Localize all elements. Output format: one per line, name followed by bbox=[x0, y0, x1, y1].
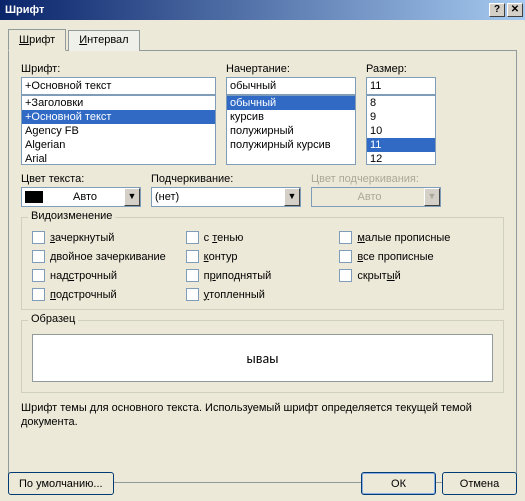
style-input[interactable] bbox=[226, 77, 356, 95]
sample-group: Образец ываы bbox=[21, 320, 504, 393]
effect-checkbox[interactable]: надстрочный bbox=[32, 269, 186, 282]
list-item[interactable]: +Основной текст bbox=[22, 110, 215, 124]
checkbox-icon bbox=[32, 269, 45, 282]
chevron-down-icon: ▼ bbox=[284, 188, 300, 206]
checkbox-label: утопленный bbox=[204, 289, 265, 301]
size-label: Размер: bbox=[366, 63, 436, 75]
list-item[interactable]: обычный bbox=[227, 96, 355, 110]
underline-color-combo: Авто ▼ bbox=[311, 187, 441, 207]
tab-interval[interactable]: Интервал bbox=[68, 30, 139, 52]
default-button[interactable]: По умолчанию... bbox=[8, 472, 114, 495]
color-value: Авто bbox=[46, 191, 124, 203]
cancel-button[interactable]: Отмена bbox=[442, 472, 517, 495]
color-combo[interactable]: Авто ▼ bbox=[21, 187, 141, 207]
effects-group: Видоизменение зачеркнутыйдвойное зачерки… bbox=[21, 217, 504, 310]
list-item[interactable]: 12 bbox=[367, 152, 435, 165]
sample-legend: Образец bbox=[28, 313, 78, 325]
effects-legend: Видоизменение bbox=[28, 210, 115, 222]
font-input[interactable] bbox=[21, 77, 216, 95]
effect-checkbox[interactable]: контур bbox=[186, 250, 340, 263]
chevron-down-icon: ▼ bbox=[424, 188, 440, 206]
effect-checkbox[interactable]: зачеркнутый bbox=[32, 231, 186, 244]
list-item[interactable]: +Заголовки bbox=[22, 96, 215, 110]
effect-checkbox[interactable]: все прописные bbox=[339, 250, 493, 263]
color-swatch bbox=[25, 191, 43, 203]
checkbox-label: зачеркнутый bbox=[50, 232, 114, 244]
style-label: Начертание: bbox=[226, 63, 356, 75]
checkbox-label: подстрочный bbox=[50, 289, 117, 301]
underline-combo[interactable]: (нет) ▼ bbox=[151, 187, 301, 207]
list-item[interactable]: полужирный bbox=[227, 124, 355, 138]
checkbox-label: приподнятый bbox=[204, 270, 272, 282]
underline-value: (нет) bbox=[155, 191, 284, 203]
titlebar: Шрифт ? ✕ bbox=[0, 0, 525, 20]
tab-font[interactable]: Шрифт bbox=[8, 29, 66, 51]
effect-checkbox[interactable]: с тенью bbox=[186, 231, 340, 244]
font-label: Шрифт: bbox=[21, 63, 216, 75]
list-item[interactable]: 11 bbox=[367, 138, 435, 152]
help-button[interactable]: ? bbox=[489, 3, 505, 17]
checkbox-icon bbox=[339, 269, 352, 282]
checkbox-icon bbox=[32, 250, 45, 263]
list-item[interactable]: Agency FB bbox=[22, 124, 215, 138]
chevron-down-icon: ▼ bbox=[124, 188, 140, 206]
effect-checkbox[interactable]: утопленный bbox=[186, 288, 340, 301]
hint-text: Шрифт темы для основного текста. Использ… bbox=[21, 401, 504, 430]
checkbox-icon bbox=[339, 250, 352, 263]
underline-color-label: Цвет подчеркивания: bbox=[311, 173, 441, 185]
checkbox-icon bbox=[186, 250, 199, 263]
checkbox-icon bbox=[186, 231, 199, 244]
font-listbox[interactable]: +Заголовки+Основной текстAgency FBAlgeri… bbox=[21, 95, 216, 165]
underline-label: Подчеркивание: bbox=[151, 173, 301, 185]
checkbox-icon bbox=[186, 269, 199, 282]
list-item[interactable]: Algerian bbox=[22, 138, 215, 152]
ok-button[interactable]: ОК bbox=[361, 472, 436, 495]
close-button[interactable]: ✕ bbox=[507, 3, 523, 17]
tab-panel: Шрифт: +Заголовки+Основной текстAgency F… bbox=[8, 51, 517, 483]
list-item[interactable]: 8 bbox=[367, 96, 435, 110]
underline-color-value: Авто bbox=[315, 191, 424, 203]
checkbox-icon bbox=[339, 231, 352, 244]
effect-checkbox[interactable]: скрытый bbox=[339, 269, 493, 282]
tab-strip: Шрифт Интервал bbox=[8, 28, 517, 51]
checkbox-label: скрытый bbox=[357, 270, 400, 282]
color-label: Цвет текста: bbox=[21, 173, 141, 185]
effect-checkbox[interactable]: подстрочный bbox=[32, 288, 186, 301]
checkbox-label: с тенью bbox=[204, 232, 244, 244]
checkbox-label: все прописные bbox=[357, 251, 433, 263]
checkbox-label: малые прописные bbox=[357, 232, 450, 244]
window-title: Шрифт bbox=[5, 4, 487, 16]
sample-preview: ываы bbox=[32, 334, 493, 382]
size-listbox[interactable]: 89101112 bbox=[366, 95, 436, 165]
checkbox-label: двойное зачеркивание bbox=[50, 251, 166, 263]
list-item[interactable]: Arial bbox=[22, 152, 215, 165]
size-input[interactable] bbox=[366, 77, 436, 95]
list-item[interactable]: полужирный курсив bbox=[227, 138, 355, 152]
effect-checkbox[interactable]: приподнятый bbox=[186, 269, 340, 282]
checkbox-icon bbox=[32, 288, 45, 301]
style-listbox[interactable]: обычныйкурсивполужирныйполужирный курсив bbox=[226, 95, 356, 165]
checkbox-icon bbox=[32, 231, 45, 244]
checkbox-label: контур bbox=[204, 251, 238, 263]
list-item[interactable]: 9 bbox=[367, 110, 435, 124]
effect-checkbox[interactable]: малые прописные bbox=[339, 231, 493, 244]
list-item[interactable]: 10 bbox=[367, 124, 435, 138]
checkbox-icon bbox=[186, 288, 199, 301]
list-item[interactable]: курсив bbox=[227, 110, 355, 124]
effect-checkbox[interactable]: двойное зачеркивание bbox=[32, 250, 186, 263]
checkbox-label: надстрочный bbox=[50, 270, 117, 282]
